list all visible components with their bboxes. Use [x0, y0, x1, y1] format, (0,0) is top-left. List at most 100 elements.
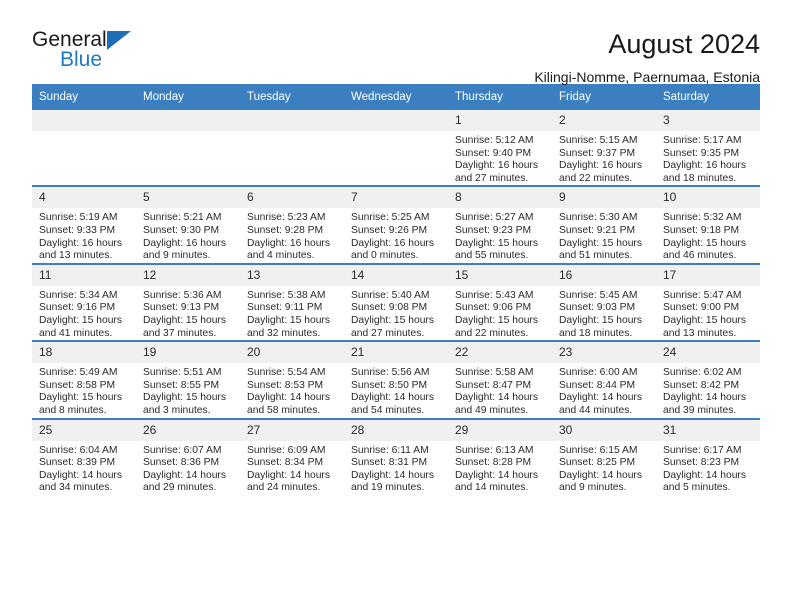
day-number: 13: [240, 264, 344, 286]
day-sun-info: Sunrise: 5:49 AM Sunset: 8:58 PM Daylight:…: [32, 363, 136, 417]
day-daylight1-text: Daylight: 15 hours: [663, 237, 746, 249]
day-sunset-text: Sunset: 9:08 PM: [351, 302, 428, 314]
day-sunrise-text: Sunrise: 5:32 AM: [663, 212, 742, 224]
day-sun-info: Sunrise: 6:00 AM Sunset: 8:44 PM Daylight:…: [552, 363, 656, 417]
calendar-day-cell[interactable]: 24 Sunrise: 6:02 AM Sunset: 8:42 PM Dayligh…: [656, 340, 760, 419]
calendar-day-cell[interactable]: 30 Sunrise: 6:15 AM Sunset: 8:25 PM Dayligh…: [552, 417, 656, 495]
day-daylight2-text: and 39 minutes.: [663, 404, 737, 416]
page-title: August 2024: [608, 29, 760, 59]
day-number: 11: [32, 264, 136, 286]
title-block: August 2024 Kilingi-Nomme, Paernumaa, Es…: [534, 28, 760, 85]
day-sun-info: Sunrise: 5:15 AM Sunset: 9:37 PM Daylight:…: [552, 131, 656, 185]
day-number: 1: [448, 110, 552, 131]
calendar-day-cell[interactable]: 26 Sunrise: 6:07 AM Sunset: 8:36 PM Dayligh…: [136, 417, 240, 495]
calendar-day-cell[interactable]: 17 Sunrise: 5:47 AM Sunset: 9:00 PM Dayligh…: [656, 262, 760, 342]
day-sunset-text: Sunset: 8:28 PM: [455, 457, 532, 469]
calendar-day-cell[interactable]: 9 Sunrise: 5:30 AM Sunset: 9:21 PM Daylight…: [552, 185, 656, 264]
calendar-day-cell[interactable]: 4 Sunrise: 5:19 AM Sunset: 9:33 PM Daylight…: [32, 185, 136, 264]
day-sun-info: Sunrise: 5:34 AM Sunset: 9:16 PM Daylight:…: [32, 286, 136, 340]
calendar-day-cell[interactable]: 3 Sunrise: 5:17 AM Sunset: 9:35 PM Daylight…: [656, 110, 760, 187]
calendar-day-cell[interactable]: 31 Sunrise: 6:17 AM Sunset: 8:23 PM Dayligh…: [656, 417, 760, 495]
calendar-week-row: 1 Sunrise: 5:12 AM Sunset: 9:40 PM Daylight…: [32, 110, 760, 187]
day-sunset-text: Sunset: 8:39 PM: [39, 457, 116, 469]
day-sunrise-text: Sunrise: 5:12 AM: [455, 135, 534, 146]
day-sunrise-text: Sunrise: 5:21 AM: [143, 212, 222, 224]
calendar-day-cell[interactable]: 14 Sunrise: 5:40 AM Sunset: 9:08 PM Dayligh…: [344, 262, 448, 342]
calendar-day-cell[interactable]: 20 Sunrise: 5:54 AM Sunset: 8:53 PM Dayligh…: [240, 340, 344, 419]
calendar-day-cell[interactable]: 19 Sunrise: 5:51 AM Sunset: 8:55 PM Dayligh…: [136, 340, 240, 419]
day-daylight1-text: Daylight: 15 hours: [559, 237, 642, 249]
day-daylight2-text: and 29 minutes.: [143, 482, 217, 494]
day-sun-info: Sunrise: 5:30 AM Sunset: 9:21 PM Daylight:…: [552, 208, 656, 262]
day-daylight2-text: and 8 minutes.: [39, 404, 107, 416]
day-daylight1-text: Daylight: 15 hours: [455, 237, 538, 249]
calendar-day-cell[interactable]: 5 Sunrise: 5:21 AM Sunset: 9:30 PM Daylight…: [136, 185, 240, 264]
day-sunset-text: Sunset: 9:21 PM: [559, 224, 636, 236]
calendar-day-cell[interactable]: 1 Sunrise: 5:12 AM Sunset: 9:40 PM Daylight…: [448, 110, 552, 187]
day-daylight2-text: and 54 minutes.: [351, 404, 425, 416]
day-daylight1-text: Daylight: 16 hours: [351, 237, 434, 249]
day-daylight1-text: Daylight: 16 hours: [39, 237, 122, 249]
calendar-day-cell[interactable]: 29 Sunrise: 6:13 AM Sunset: 8:28 PM Dayligh…: [448, 417, 552, 495]
day-sun-info: Sunrise: 5:27 AM Sunset: 9:23 PM Daylight:…: [448, 208, 552, 262]
day-sunrise-text: Sunrise: 5:30 AM: [559, 212, 638, 224]
day-daylight1-text: Daylight: 16 hours: [663, 160, 746, 172]
day-number: 3: [656, 110, 760, 131]
calendar-day-cell[interactable]: 7 Sunrise: 5:25 AM Sunset: 9:26 PM Daylight…: [344, 185, 448, 264]
day-number: [32, 110, 136, 131]
day-daylight1-text: Daylight: 14 hours: [351, 392, 434, 404]
day-sunrise-text: Sunrise: 6:13 AM: [455, 444, 534, 456]
calendar-day-cell[interactable]: 10 Sunrise: 5:32 AM Sunset: 9:18 PM Dayligh…: [656, 185, 760, 264]
day-number: 31: [656, 419, 760, 441]
day-sunrise-text: Sunrise: 5:49 AM: [39, 367, 118, 379]
calendar-day-cell[interactable]: 15 Sunrise: 5:43 AM Sunset: 9:06 PM Dayligh…: [448, 262, 552, 342]
calendar-day-cell[interactable]: 27 Sunrise: 6:09 AM Sunset: 8:34 PM Dayligh…: [240, 417, 344, 495]
day-number: 26: [136, 419, 240, 441]
day-sun-info: Sunrise: 5:12 AM Sunset: 9:40 PM Daylight:…: [448, 131, 552, 185]
day-daylight2-text: and 19 minutes.: [351, 482, 425, 494]
day-sun-info: Sunrise: 5:19 AM Sunset: 9:33 PM Daylight:…: [32, 208, 136, 262]
day-daylight2-text: and 37 minutes.: [143, 327, 217, 339]
calendar-cell-empty: [32, 110, 136, 187]
day-daylight2-text: and 9 minutes.: [559, 482, 627, 494]
calendar-day-cell[interactable]: 12 Sunrise: 5:36 AM Sunset: 9:13 PM Dayligh…: [136, 262, 240, 342]
day-number: 22: [448, 342, 552, 364]
calendar-day-cell[interactable]: 21 Sunrise: 5:56 AM Sunset: 8:50 PM Dayligh…: [344, 340, 448, 419]
day-daylight2-text: and 22 minutes.: [559, 172, 633, 184]
day-daylight1-text: Daylight: 15 hours: [559, 314, 642, 326]
day-sun-info: Sunrise: 6:17 AM Sunset: 8:23 PM Daylight:…: [656, 441, 760, 495]
day-sunrise-text: Sunrise: 5:25 AM: [351, 212, 430, 224]
calendar-day-cell[interactable]: 25 Sunrise: 6:04 AM Sunset: 8:39 PM Dayligh…: [32, 417, 136, 495]
day-number: 21: [344, 342, 448, 364]
day-sunset-text: Sunset: 8:34 PM: [247, 457, 324, 469]
day-number: 30: [552, 419, 656, 441]
generalblue-logo[interactable]: General Blue: [32, 28, 152, 80]
day-number: 9: [552, 187, 656, 209]
calendar-day-cell[interactable]: 23 Sunrise: 6:00 AM Sunset: 8:44 PM Dayligh…: [552, 340, 656, 419]
day-sunset-text: Sunset: 9:37 PM: [559, 147, 636, 159]
day-daylight2-text: and 49 minutes.: [455, 404, 529, 416]
calendar-day-cell[interactable]: 28 Sunrise: 6:11 AM Sunset: 8:31 PM Dayligh…: [344, 417, 448, 495]
day-sunrise-text: Sunrise: 6:11 AM: [351, 444, 429, 456]
calendar-day-cell[interactable]: 22 Sunrise: 5:58 AM Sunset: 8:47 PM Dayligh…: [448, 340, 552, 419]
calendar-day-cell[interactable]: 13 Sunrise: 5:38 AM Sunset: 9:11 PM Dayligh…: [240, 262, 344, 342]
calendar-day-cell[interactable]: 16 Sunrise: 5:45 AM Sunset: 9:03 PM Dayligh…: [552, 262, 656, 342]
day-daylight2-text: and 34 minutes.: [39, 482, 113, 494]
day-sunrise-text: Sunrise: 6:00 AM: [559, 367, 638, 379]
calendar-day-cell[interactable]: 18 Sunrise: 5:49 AM Sunset: 8:58 PM Dayligh…: [32, 340, 136, 419]
day-sunset-text: Sunset: 9:40 PM: [455, 147, 532, 159]
day-sunrise-text: Sunrise: 5:47 AM: [663, 289, 742, 301]
calendar-day-cell[interactable]: 6 Sunrise: 5:23 AM Sunset: 9:28 PM Daylight…: [240, 185, 344, 264]
day-number: [136, 110, 240, 131]
day-number: 10: [656, 187, 760, 209]
day-sunset-text: Sunset: 9:26 PM: [351, 224, 428, 236]
calendar-day-cell[interactable]: 11 Sunrise: 5:34 AM Sunset: 9:16 PM Dayligh…: [32, 262, 136, 342]
day-number: 29: [448, 419, 552, 441]
day-sun-info: Sunrise: 5:45 AM Sunset: 9:03 PM Daylight:…: [552, 286, 656, 340]
calendar-day-cell[interactable]: 8 Sunrise: 5:27 AM Sunset: 9:23 PM Daylight…: [448, 185, 552, 264]
calendar-day-cell[interactable]: 2 Sunrise: 5:15 AM Sunset: 9:37 PM Daylight…: [552, 110, 656, 187]
day-sunrise-text: Sunrise: 5:58 AM: [455, 367, 534, 379]
day-sunrise-text: Sunrise: 5:19 AM: [39, 212, 118, 224]
day-daylight1-text: Daylight: 14 hours: [455, 469, 538, 481]
logo-triangle-icon: [107, 31, 131, 50]
